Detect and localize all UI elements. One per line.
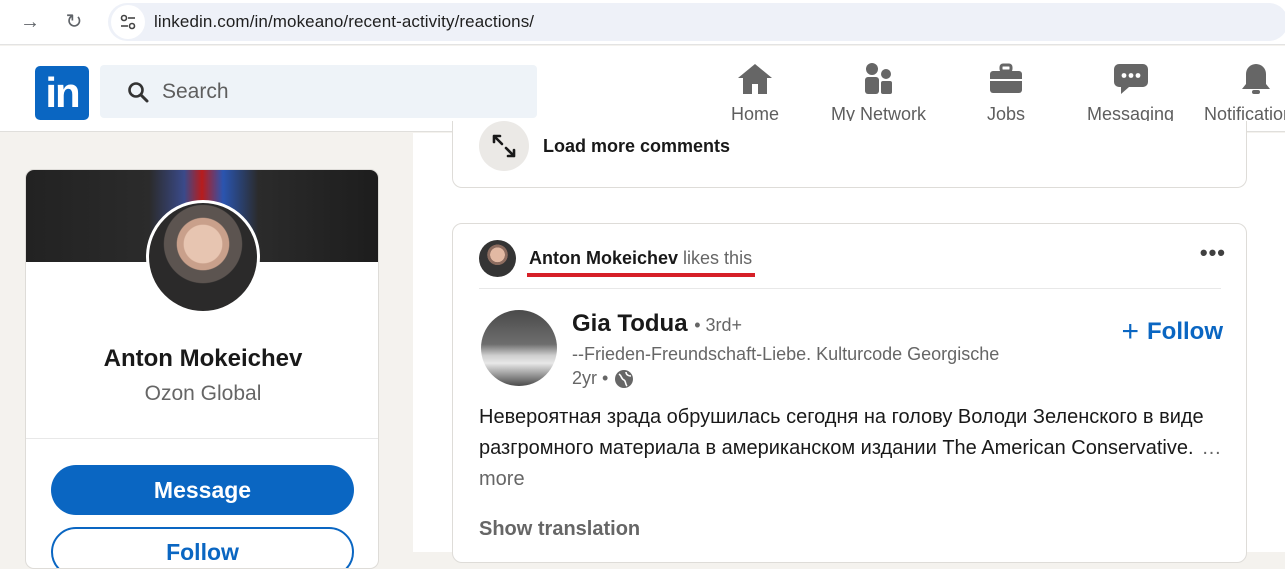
- activity-feed: Load more comments Anton Mokeichev likes…: [413, 121, 1285, 563]
- linkedin-logo[interactable]: in: [35, 66, 89, 120]
- divider: [26, 438, 378, 439]
- post-card: Anton Mokeichev likes this ••• Gia Todua…: [452, 223, 1247, 563]
- forward-arrow-icon[interactable]: →: [20, 12, 40, 32]
- address-bar[interactable]: linkedin.com/in/mokeano/recent-activity/…: [108, 3, 1285, 41]
- divider: [479, 288, 1221, 289]
- author-degree: • 3rd+: [694, 315, 743, 335]
- reactor-avatar[interactable]: [479, 239, 516, 277]
- nav-my-network[interactable]: My Network: [831, 60, 926, 126]
- author-name-line: Gia Todua • 3rd+: [572, 310, 742, 338]
- profile-company: Ozon Global: [144, 382, 262, 405]
- site-settings-icon[interactable]: [111, 5, 145, 39]
- previous-post-card: Load more comments: [452, 121, 1247, 188]
- url-text[interactable]: linkedin.com/in/mokeano/recent-activity/…: [154, 12, 534, 32]
- search-box[interactable]: [100, 65, 537, 118]
- show-translation-button[interactable]: Show translation: [479, 518, 640, 541]
- profile-name[interactable]: Anton Mokeichev: [26, 345, 378, 373]
- more-options-icon[interactable]: •••: [1200, 240, 1226, 266]
- linkedin-header: in Home My Network Jobs: [0, 46, 1285, 132]
- post-text: Невероятная зрада обрушилась сегодня на …: [479, 402, 1229, 495]
- my-network-icon: [860, 60, 898, 98]
- post-author: Gia Todua • 3rd+ --Frieden-Freundschaft-…: [481, 310, 1223, 390]
- jobs-icon: [987, 60, 1025, 98]
- reaction-header: Anton Mokeichev likes this: [479, 238, 755, 278]
- post-age: 2yr •: [572, 368, 609, 388]
- message-button[interactable]: Message: [51, 465, 354, 515]
- nav-jobs[interactable]: Jobs: [987, 60, 1025, 126]
- post-body: Невероятная зрада обрушилась сегодня на …: [479, 406, 1204, 459]
- load-more-comments-label: Load more comments: [543, 135, 731, 156]
- nav-messaging[interactable]: Messaging: [1087, 60, 1174, 126]
- author-name[interactable]: Gia Todua: [572, 310, 688, 337]
- search-input[interactable]: [162, 79, 502, 104]
- reactor-name[interactable]: Anton Mokeichev: [529, 248, 678, 268]
- plus-icon: +: [1121, 315, 1140, 348]
- globe-icon: [615, 369, 634, 388]
- post-timestamp: 2yr •: [572, 368, 634, 389]
- left-sidebar: Anton Mokeichev Ozon Global Message Foll…: [0, 133, 413, 569]
- author-headline: --Frieden-Freundschaft-Liebe. Kulturcode…: [572, 344, 1000, 364]
- red-underline-annotation: [527, 272, 755, 277]
- load-more-comments-button[interactable]: Load more comments: [479, 121, 730, 171]
- author-avatar[interactable]: [481, 310, 557, 386]
- notifications-icon: [1237, 60, 1275, 98]
- nav-notifications[interactable]: Notifications: [1204, 60, 1285, 126]
- profile-avatar[interactable]: [146, 200, 260, 314]
- search-icon: [128, 81, 149, 102]
- reaction-text: Anton Mokeichev likes this: [527, 247, 755, 277]
- expand-icon: [479, 121, 529, 171]
- messaging-icon: [1112, 60, 1150, 98]
- follow-profile-button[interactable]: Follow: [51, 527, 354, 568]
- home-icon: [736, 60, 774, 98]
- reload-icon[interactable]: ↻: [64, 12, 84, 32]
- reaction-verb: likes this: [683, 247, 753, 268]
- nav-home[interactable]: Home: [731, 60, 779, 126]
- browser-toolbar: → ↻ linkedin.com/in/mokeano/recent-activ…: [0, 0, 1285, 45]
- follow-author-label: Follow: [1147, 318, 1223, 345]
- profile-card: Anton Mokeichev Ozon Global Message Foll…: [25, 169, 379, 569]
- follow-author-button[interactable]: + Follow: [1121, 315, 1223, 348]
